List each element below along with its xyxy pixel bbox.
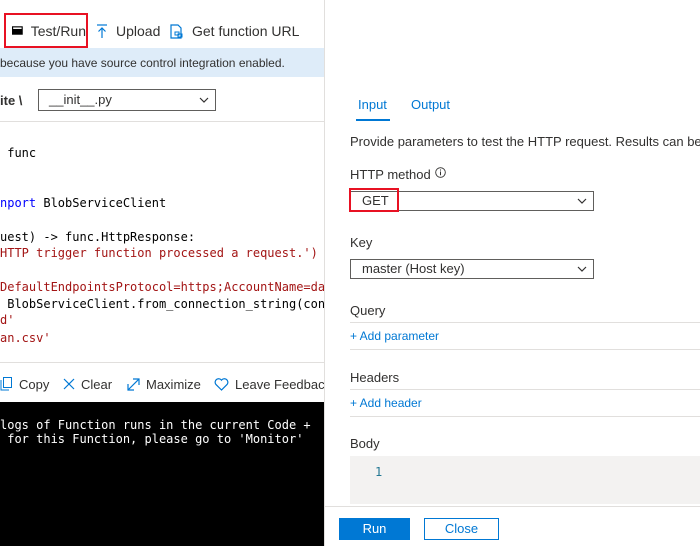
link-document-icon: [170, 23, 183, 39]
panel-description: Provide parameters to test the HTTP requ…: [350, 134, 700, 149]
upload-icon: [97, 23, 107, 38]
panel-footer: Run Close: [325, 506, 700, 546]
code-line: func: [0, 146, 37, 160]
get-function-url-button[interactable]: Get function URL: [170, 16, 299, 46]
copy-label: Copy: [19, 376, 50, 392]
code-line: HTTP trigger function processed a reques…: [0, 246, 318, 260]
code-editor[interactable]: func nport BlobServiceClient uest) -> fu…: [0, 122, 324, 362]
console-line: for this Function, please go to 'Monitor…: [0, 432, 304, 446]
upload-button[interactable]: Upload: [96, 16, 160, 46]
query-label: Query: [350, 303, 386, 318]
info-icon: [435, 167, 447, 178]
key-label: Key: [350, 235, 373, 250]
maximize-button[interactable]: Maximize: [127, 374, 201, 394]
key-select[interactable]: master (Host key): [350, 259, 594, 279]
clear-label: Clear: [81, 376, 113, 392]
info-banner: because you have source control integrat…: [0, 48, 324, 77]
terminal-icon: [12, 26, 23, 35]
body-editor[interactable]: [350, 456, 700, 504]
divider: [350, 389, 700, 390]
close-button[interactable]: Close: [424, 518, 499, 540]
code-line: nport BlobServiceClient: [0, 196, 167, 210]
editor-pane: Test/Run Upload Get function URL because…: [0, 0, 324, 546]
divider: [350, 322, 700, 323]
code-line: BlobServiceClient.from_connection_string…: [0, 297, 324, 311]
chevron-down-icon: [577, 266, 587, 272]
test-run-label: Test/Run: [30, 22, 86, 39]
divider: [0, 362, 324, 363]
file-select[interactable]: __init__.py: [38, 89, 216, 111]
divider: [350, 349, 700, 350]
clear-button[interactable]: Clear: [63, 374, 112, 394]
banner-text: because you have source control integrat…: [0, 55, 285, 70]
leave-feedback-label: Leave Feedback: [235, 376, 324, 392]
heart-icon: [214, 377, 229, 391]
maximize-label: Maximize: [146, 376, 201, 392]
path-prefix: ite \: [0, 93, 23, 108]
http-method-label-row: HTTP method: [350, 167, 447, 182]
active-tab-indicator: [356, 119, 390, 121]
code-line: DefaultEndpointsProtocol=https;AccountNa…: [0, 280, 324, 294]
upload-label: Upload: [116, 23, 161, 39]
maximize-icon: [127, 377, 140, 391]
highlight-box: [349, 188, 399, 212]
close-icon: [63, 378, 75, 390]
tab-input[interactable]: Input: [358, 97, 387, 112]
get-function-url-label: Get function URL: [192, 23, 300, 39]
code-line: uest) -> func.HttpResponse:: [0, 230, 196, 244]
file-path-row: ite \ __init__.py: [0, 86, 324, 114]
headers-label: Headers: [350, 370, 400, 385]
http-method-label: HTTP method: [350, 167, 431, 182]
tab-output[interactable]: Output: [411, 97, 450, 112]
code-line: an.csv': [0, 331, 51, 345]
code-line: d': [0, 313, 15, 327]
body-line-number: 1: [375, 465, 383, 479]
key-value: master (Host key): [362, 261, 465, 276]
file-select-value: __init__.py: [49, 92, 112, 107]
copy-icon: [0, 377, 12, 391]
test-run-button[interactable]: Test/Run: [4, 13, 88, 48]
chevron-down-icon: [199, 97, 209, 103]
copy-button[interactable]: Copy: [0, 374, 49, 394]
chevron-down-icon: [577, 198, 587, 204]
divider: [350, 416, 700, 417]
leave-feedback-button[interactable]: Leave Feedback: [214, 374, 324, 394]
add-header-link[interactable]: + Add header: [350, 396, 422, 410]
add-parameter-link[interactable]: + Add parameter: [350, 329, 439, 343]
log-console[interactable]: logs of Function runs in the current Cod…: [0, 402, 324, 546]
run-button[interactable]: Run: [339, 518, 410, 540]
console-line: logs of Function runs in the current Cod…: [0, 418, 311, 432]
body-label: Body: [350, 436, 380, 451]
test-panel: Input Output Provide parameters to test …: [324, 0, 700, 546]
